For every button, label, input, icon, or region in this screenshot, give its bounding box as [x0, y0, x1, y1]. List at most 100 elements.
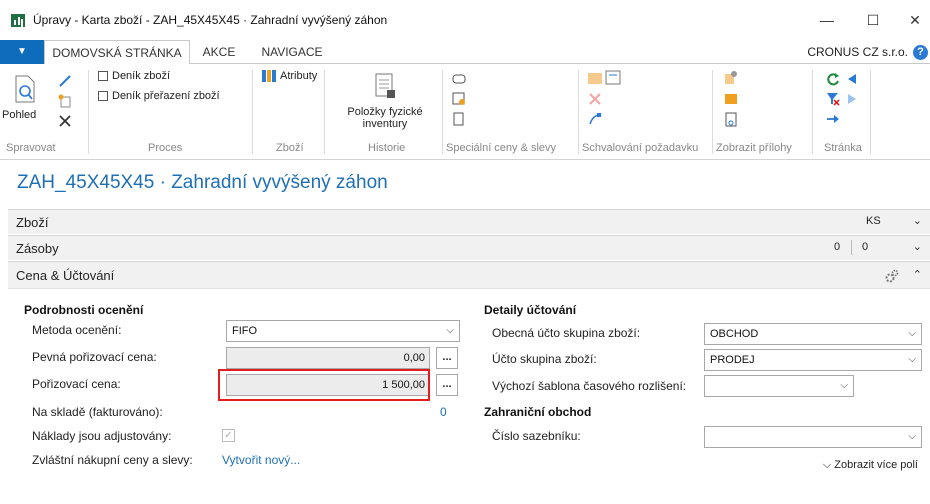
special-prices-label: Zvláštní nákupní ceny a slevy: [32, 453, 193, 467]
gen-prod-posting-group-select[interactable]: OBCHOD ⌵ [704, 323, 922, 345]
prices-icon[interactable] [452, 72, 466, 86]
inventory-posting-group-select[interactable]: PRODEJ ⌵ [704, 349, 922, 371]
attributes-label: Atributy [280, 70, 318, 82]
chevron-down-icon[interactable]: ⌄ [913, 240, 922, 253]
app-icon [11, 14, 25, 27]
group-divider [870, 70, 871, 154]
tariff-number-select[interactable]: ⌵ [704, 426, 922, 448]
fasttab-cena-uctovani[interactable]: Cena & Účtování ⌃ [8, 261, 930, 289]
standard-cost-label: Pevná pořizovací cena: [32, 350, 157, 364]
company-name: CRONUS CZ s.r.o. [807, 45, 908, 59]
fasttab-zasoby-quantity: 0 [862, 241, 869, 253]
fasttab-cena-title: Cena & Účtování [16, 268, 115, 283]
close-button[interactable]: ✕ [900, 8, 930, 32]
journal-button[interactable]: Deník zboží [98, 70, 170, 82]
physical-inventory-label[interactable]: Položky fyzické inventury [330, 106, 440, 130]
view-label[interactable]: Pohled [2, 109, 36, 121]
price-overview-icon[interactable] [452, 112, 466, 126]
new-icon[interactable] [58, 94, 72, 108]
valuation-method-value: FIFO [232, 325, 258, 337]
fasttab-zasoby-inventory: 0 [834, 241, 841, 253]
folder-icon[interactable] [724, 92, 738, 106]
inventory-invoiced-label: Na skladě (fakturováno): [32, 405, 163, 419]
chevron-down-icon: ⌵ [822, 459, 832, 471]
unit-cost-assist-button[interactable]: ... [436, 374, 458, 396]
tab-akce[interactable]: AKCE [194, 40, 244, 64]
cost-adjusted-label: Náklady jsou adjustovány: [32, 429, 172, 443]
attributes-icon [262, 70, 276, 82]
edit-icon[interactable] [58, 74, 72, 88]
group-label-stranka: Stránka [824, 142, 862, 154]
chevron-down-icon[interactable]: ⌄ [913, 214, 922, 227]
group-label-zbozi: Zboží [276, 142, 304, 154]
attachment-settings-icon[interactable] [724, 70, 738, 86]
group-divider [812, 70, 813, 154]
group-divider [252, 70, 253, 154]
show-more-fields-button[interactable]: ⌵ Zobrazit více polí [823, 459, 918, 472]
window-title: Úpravy - Karta zboží - ZAH_45X45X45 · Za… [33, 13, 388, 27]
clear-filter-icon[interactable] [826, 92, 840, 106]
tab-navigace[interactable]: NAVIGACE [250, 40, 334, 64]
cena-uctovani-content: Podrobnosti ocenění Metoda ocenění: FIFO… [8, 288, 930, 504]
deferral-template-label: Výchozí šablona časového rozlišení: [492, 379, 687, 393]
view-button[interactable] [12, 74, 38, 107]
deferral-template-select[interactable]: ⌵ [704, 375, 854, 397]
valuation-method-select[interactable]: FIFO ⌵ [226, 320, 460, 342]
chevron-down-icon: ⌵ [908, 431, 916, 442]
view-page-icon [15, 75, 35, 103]
fasttab-zasoby[interactable]: Zásoby 0 0 ⌄ [8, 235, 930, 260]
reclass-journal-button[interactable]: Deník přeřazení zboží [98, 90, 220, 102]
group-divider [578, 70, 579, 154]
standard-cost-assist-button[interactable]: ... [436, 347, 458, 369]
section-heading-oceneni: Podrobnosti ocenění [24, 303, 144, 317]
go-to-icon[interactable] [826, 112, 840, 126]
journal-icon [98, 91, 108, 101]
chevron-down-icon: ⌵ [840, 380, 848, 391]
group-divider [88, 70, 89, 154]
create-new-link[interactable]: Vytvořit nový... [222, 453, 300, 467]
divider [851, 240, 852, 255]
group-label-proces: Proces [148, 142, 183, 154]
maximize-button[interactable]: ☐ [858, 8, 888, 32]
discounts-icon[interactable] [452, 92, 466, 106]
help-icon[interactable]: ? [913, 45, 928, 60]
physical-inventory-icon[interactable] [374, 72, 396, 100]
attributes-button[interactable]: Atributy [262, 70, 317, 82]
fasttab-zbozi-title: Zboží [16, 215, 49, 230]
valuation-method-label: Metoda ocenění: [32, 323, 122, 337]
group-label-specialni: Speciální ceny & slevy [446, 142, 557, 154]
fasttab-zbozi-unit: KS [866, 215, 881, 227]
section-heading-uctovani: Detaily účtování [484, 303, 577, 317]
approval-icon[interactable] [588, 70, 622, 86]
group-divider [324, 70, 325, 154]
fasttab-zasoby-title: Zásoby [16, 241, 59, 256]
section-heading-zahranicni: Zahraniční obchod [484, 405, 592, 419]
next-icon[interactable] [846, 92, 858, 106]
refresh-icon[interactable] [826, 72, 840, 86]
settings-gear-icon[interactable] [884, 268, 900, 284]
chevron-up-icon[interactable]: ⌃ [913, 268, 922, 281]
inventory-posting-group-value: PRODEJ [710, 354, 755, 366]
previous-icon[interactable] [846, 72, 858, 86]
group-label-schvalovani: Schvalování požadavku [582, 142, 699, 154]
gen-prod-posting-group-value: OBCHOD [710, 328, 759, 340]
tab-domovska-stranka[interactable]: DOMOVSKÁ STRÁNKA [44, 40, 190, 65]
ribbon: Pohled Spravovat Deník zboží Deník přeřa… [0, 64, 930, 160]
file-menu-button[interactable]: ▼ [0, 40, 44, 64]
attachment-icon[interactable] [724, 112, 738, 128]
cancel-approval-icon[interactable] [588, 92, 602, 106]
workflow-icon[interactable] [588, 112, 602, 126]
inventory-invoiced-value[interactable]: 0 [440, 405, 447, 419]
tariff-number-label: Číslo sazebníku: [492, 429, 581, 443]
minimize-button[interactable]: — [812, 8, 842, 32]
unit-cost-label: Pořizovací cena: [32, 377, 121, 391]
cost-adjusted-checkbox[interactable]: ✓ [222, 429, 235, 442]
ribbon-tabs: ▼ DOMOVSKÁ STRÁNKA AKCE NAVIGACE CRONUS … [0, 40, 930, 65]
group-divider [442, 70, 443, 154]
journal-icon [98, 71, 108, 81]
gen-prod-posting-group-label: Obecná účto skupina zboží: [492, 326, 641, 340]
fasttab-zbozi[interactable]: Zboží KS ⌄ [8, 209, 930, 234]
chevron-down-icon: ⌵ [908, 354, 916, 365]
delete-icon[interactable] [58, 114, 72, 128]
standard-cost-field[interactable]: 0,00 [226, 347, 430, 369]
